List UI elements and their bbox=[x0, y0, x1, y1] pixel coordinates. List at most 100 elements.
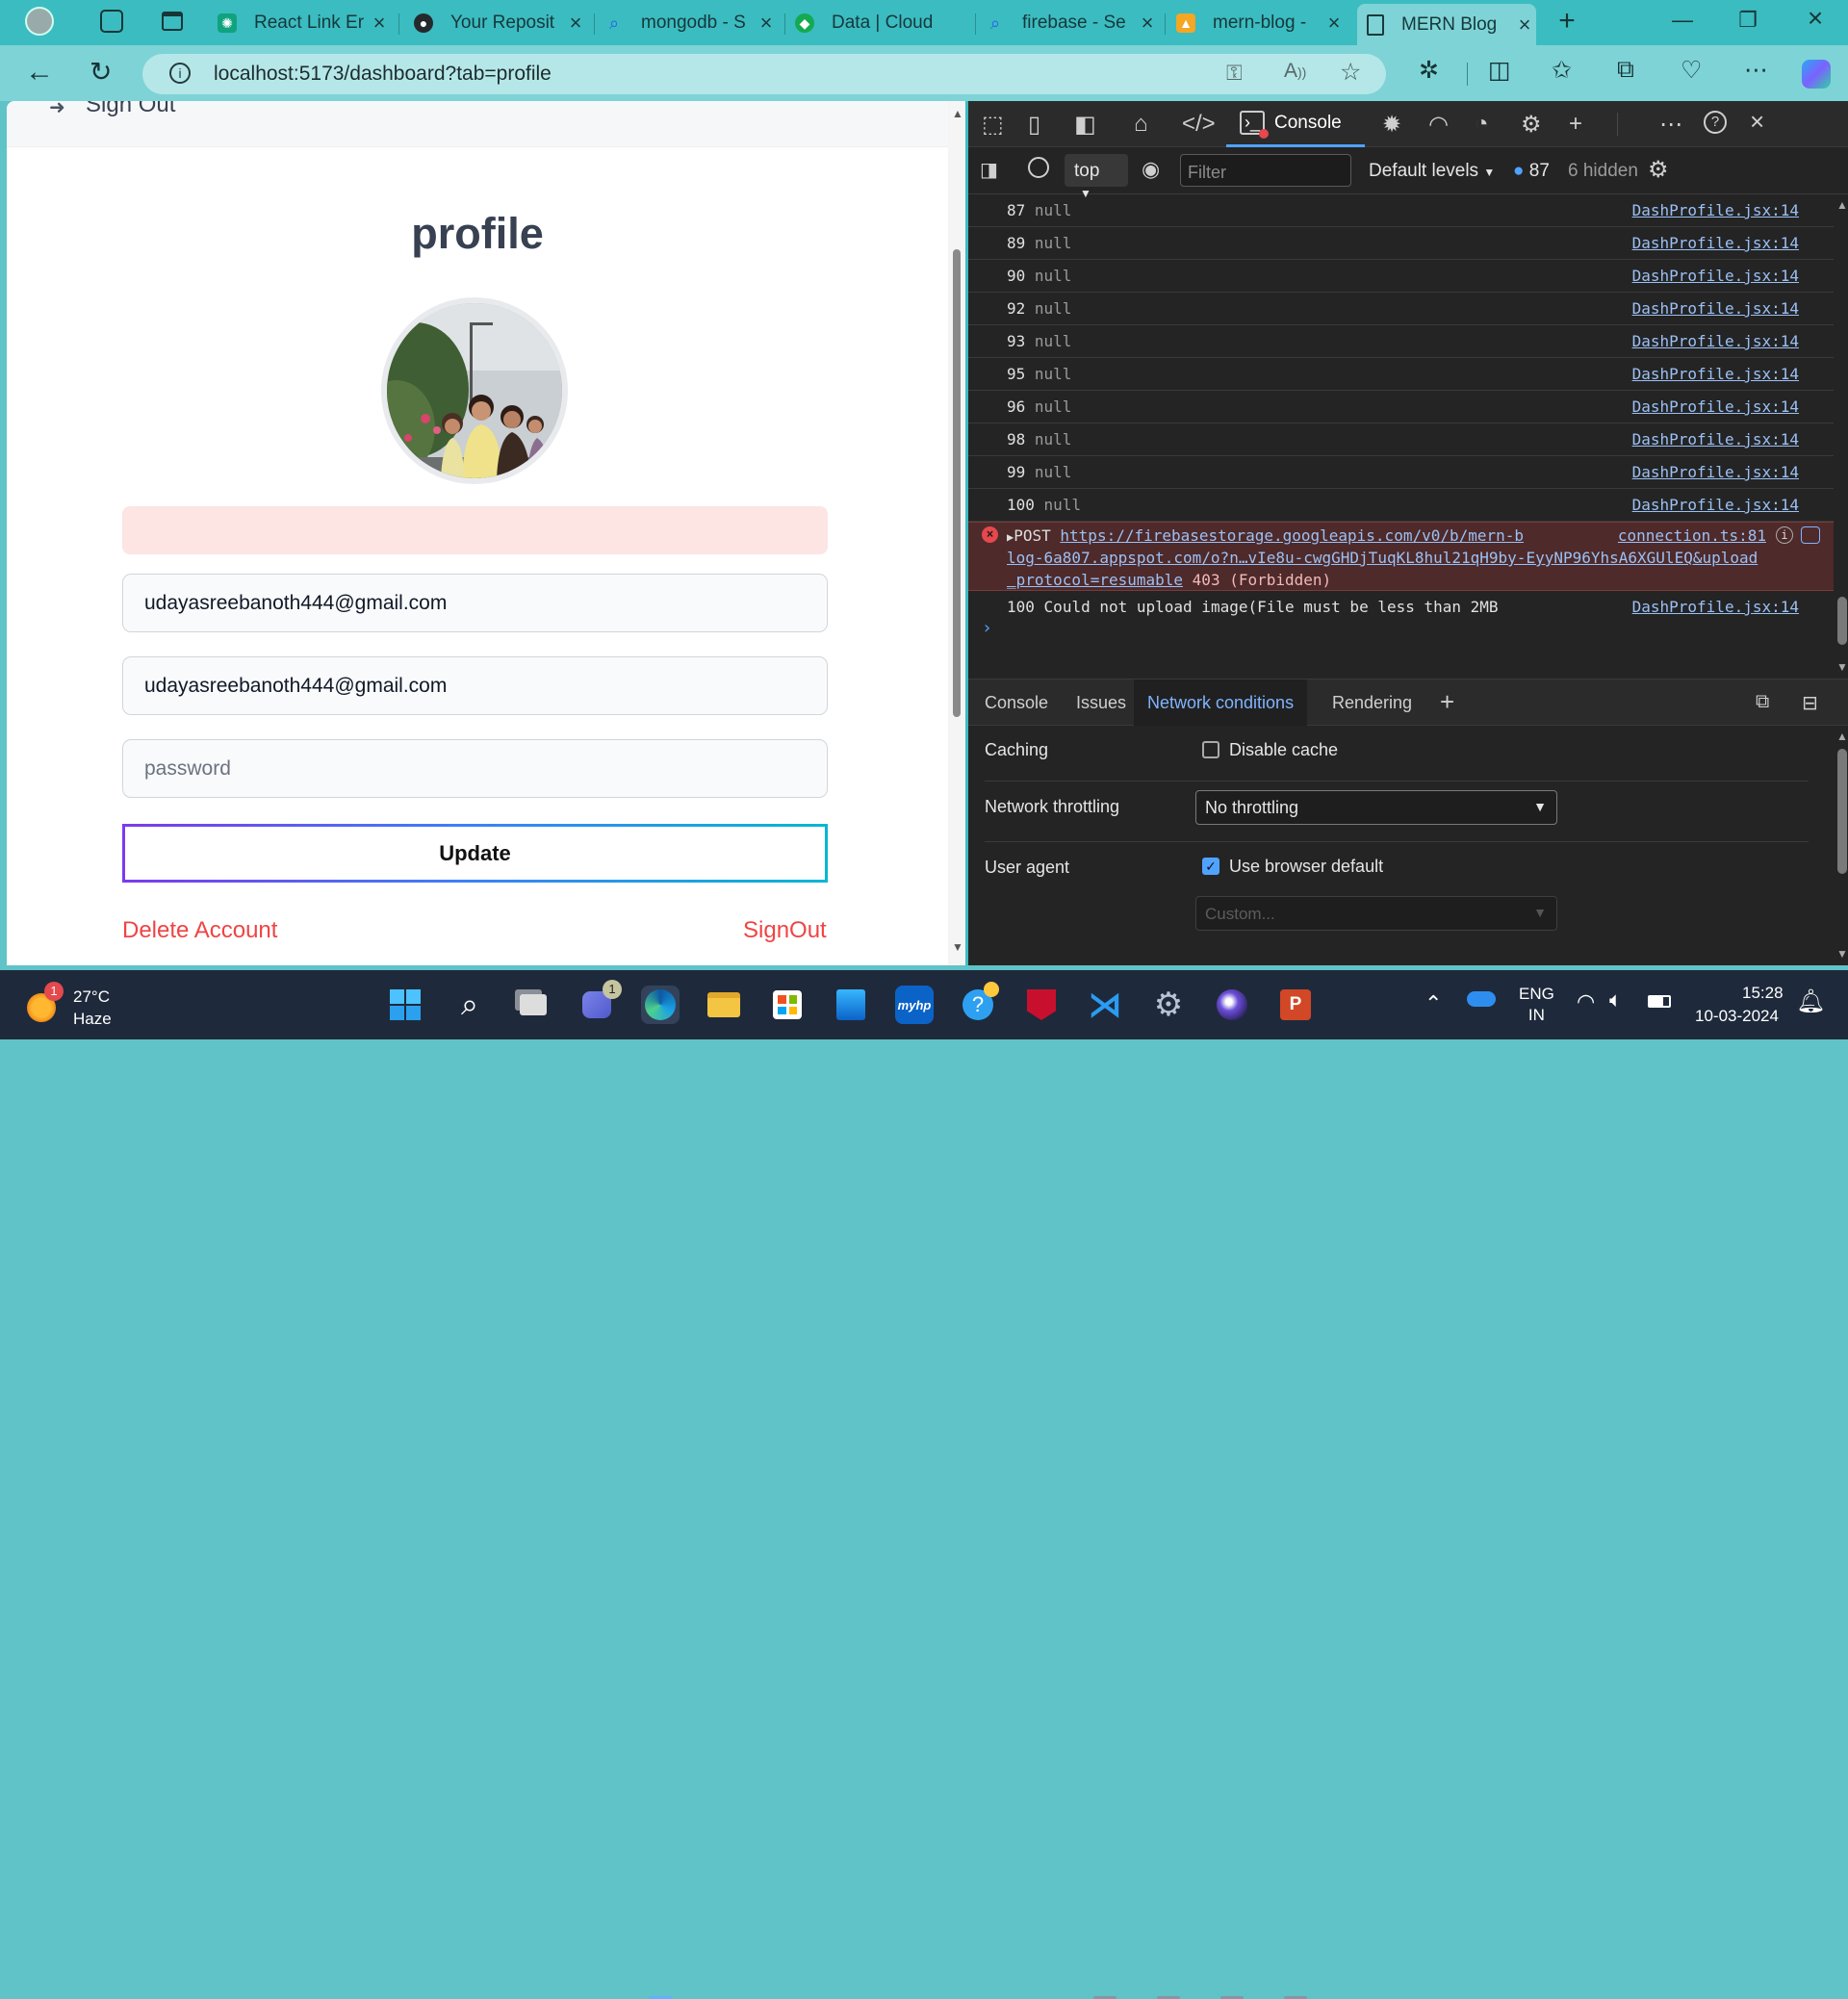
clear-console-icon[interactable] bbox=[1028, 157, 1049, 178]
more-menu-icon[interactable]: ⋯ bbox=[1744, 56, 1768, 85]
drawer-tab-issues[interactable]: Issues bbox=[1076, 693, 1126, 713]
scroll-up-icon[interactable]: ▲ bbox=[1836, 198, 1848, 212]
search-icon[interactable]: ⌕ bbox=[450, 986, 489, 1024]
console-prompt-chevron-icon[interactable]: › bbox=[982, 618, 992, 638]
wifi-icon[interactable]: ◠ bbox=[1577, 989, 1595, 1014]
settings-gear-icon[interactable]: ⚙ bbox=[1521, 111, 1542, 139]
sidebar-toggle-icon[interactable]: ◨ bbox=[980, 158, 998, 182]
more-options-icon[interactable]: ⋯ bbox=[1659, 111, 1682, 139]
page-scrollbar[interactable]: ▲ ▼ bbox=[948, 101, 965, 965]
close-tab-icon[interactable]: × bbox=[1322, 11, 1346, 36]
close-tab-icon[interactable]: × bbox=[564, 11, 587, 36]
minimize-icon[interactable]: — bbox=[1663, 8, 1702, 33]
source-link[interactable]: DashProfile.jsx:14 bbox=[1632, 299, 1799, 318]
live-expression-eye-icon[interactable]: ◉ bbox=[1142, 157, 1160, 182]
source-link[interactable]: DashProfile.jsx:14 bbox=[1632, 598, 1799, 616]
obs-circle-icon[interactable] bbox=[1213, 986, 1251, 1024]
welcome-home-icon[interactable]: ⌂ bbox=[1134, 111, 1148, 138]
scroll-up-icon[interactable]: ▲ bbox=[952, 107, 963, 120]
new-tab-icon[interactable]: + bbox=[1548, 5, 1586, 38]
profile-avatar-icon[interactable] bbox=[25, 7, 54, 36]
sources-bug-icon[interactable]: ✹ bbox=[1382, 111, 1401, 139]
mcafee-icon[interactable] bbox=[1022, 986, 1061, 1024]
split-screen-icon[interactable]: ◫ bbox=[1488, 56, 1511, 85]
console-settings-gear-icon[interactable]: ⚙ bbox=[1648, 156, 1669, 184]
close-tab-icon[interactable]: × bbox=[1513, 13, 1536, 38]
device-emulation-icon[interactable]: ▯ bbox=[1028, 111, 1040, 139]
info-icon[interactable]: i bbox=[1776, 526, 1793, 544]
powerpoint-icon[interactable]: P bbox=[1276, 986, 1315, 1024]
disable-cache-checkbox[interactable] bbox=[1202, 741, 1219, 758]
extensions-icon[interactable]: ✲ bbox=[1419, 56, 1439, 85]
copilot-icon[interactable] bbox=[1802, 60, 1831, 89]
use-browser-default-label[interactable]: Use browser default bbox=[1229, 857, 1383, 877]
add-tool-icon[interactable]: + bbox=[1569, 111, 1582, 138]
tab-firebase-search[interactable]: ⌕ firebase - Se × bbox=[986, 6, 1159, 40]
username-field[interactable]: udayasreebanoth444@gmail.com bbox=[122, 574, 828, 632]
source-link[interactable]: connection.ts:81 bbox=[1618, 526, 1766, 545]
source-link[interactable]: DashProfile.jsx:14 bbox=[1632, 496, 1799, 514]
tab-mern-blog-active[interactable]: MERN Blog × bbox=[1357, 4, 1536, 45]
show-hidden-icons-chevron-icon[interactable]: ⌃ bbox=[1424, 991, 1442, 1016]
console-scroll-thumb[interactable] bbox=[1837, 597, 1847, 645]
task-view-icon[interactable] bbox=[514, 986, 552, 1024]
settings-gear-icon[interactable]: ⚙ bbox=[1149, 986, 1188, 1024]
drawer-tab-network-conditions[interactable]: Network conditions bbox=[1134, 679, 1308, 726]
workspaces-icon[interactable] bbox=[100, 10, 123, 33]
source-link[interactable]: DashProfile.jsx:14 bbox=[1632, 332, 1799, 350]
tab-react-link[interactable]: ✺ React Link Er × bbox=[218, 6, 391, 40]
tab-github-repositories[interactable]: ● Your Reposit × bbox=[414, 6, 587, 40]
onedrive-cloud-icon[interactable] bbox=[1467, 991, 1496, 1007]
blue-app-icon[interactable] bbox=[832, 986, 870, 1024]
drawer-tab-rendering[interactable]: Rendering bbox=[1332, 693, 1412, 713]
start-windows-icon[interactable] bbox=[386, 986, 424, 1024]
teams-chat-icon[interactable]: 1 bbox=[578, 980, 622, 1024]
collections-icon[interactable]: ⧉ bbox=[1617, 56, 1634, 84]
password-field[interactable]: password bbox=[122, 739, 828, 798]
volume-icon[interactable]: 🔈︎ bbox=[1609, 987, 1622, 1012]
source-link[interactable]: DashProfile.jsx:14 bbox=[1632, 397, 1799, 416]
source-link[interactable]: DashProfile.jsx:14 bbox=[1632, 234, 1799, 252]
close-tab-icon[interactable]: × bbox=[755, 11, 778, 36]
close-window-icon[interactable]: × bbox=[1796, 3, 1835, 34]
error-url-link[interactable]: https://firebasestorage.googleapis.com/v… bbox=[1060, 526, 1524, 545]
message-count[interactable]: ● 87 bbox=[1513, 161, 1550, 182]
tab-mongodb-cloud[interactable]: ◆ Data | Cloud bbox=[795, 6, 968, 40]
scroll-down-icon[interactable]: ▼ bbox=[952, 940, 963, 954]
email-field[interactable]: udayasreebanoth444@gmail.com bbox=[122, 656, 828, 715]
scroll-down-icon[interactable]: ▼ bbox=[1836, 660, 1848, 674]
source-link[interactable]: DashProfile.jsx:14 bbox=[1632, 201, 1799, 219]
vscode-icon[interactable]: ⋊ bbox=[1086, 985, 1124, 1024]
inspect-element-icon[interactable]: ⬚ bbox=[982, 111, 1004, 139]
error-url-link-end[interactable]: _protocol=resumable bbox=[1007, 571, 1183, 589]
tab-actions-icon[interactable] bbox=[162, 12, 183, 31]
profile-picture[interactable] bbox=[381, 297, 568, 484]
clock-time[interactable]: 15:28 bbox=[1742, 984, 1784, 1003]
error-url-link-cont[interactable]: log-6a807.appspot.com/o?n…vIe8u-cwgGHDjT… bbox=[1007, 549, 1758, 567]
context-selector[interactable]: top ▼ bbox=[1065, 154, 1128, 200]
key-icon[interactable]: ⚿ bbox=[1226, 61, 1243, 86]
browser-essentials-icon[interactable]: ♡ bbox=[1681, 56, 1702, 85]
source-link[interactable]: DashProfile.jsx:14 bbox=[1632, 267, 1799, 285]
scroll-up-icon[interactable]: ▲ bbox=[1836, 730, 1848, 743]
console-filter-input[interactable]: Filter bbox=[1180, 154, 1351, 187]
minimize-drawer-icon[interactable]: ⊟ bbox=[1802, 691, 1818, 715]
site-info-icon[interactable]: i bbox=[169, 63, 191, 84]
performance-icon[interactable]: ◔ bbox=[1475, 111, 1489, 138]
read-aloud-icon[interactable]: A)) bbox=[1284, 60, 1306, 83]
help-icon[interactable]: ? bbox=[1704, 111, 1727, 134]
get-help-icon[interactable]: ? bbox=[959, 982, 999, 1024]
edge-browser-icon[interactable] bbox=[641, 986, 680, 1024]
drawer-scrollbar[interactable]: ▲ ▼ bbox=[1834, 726, 1848, 966]
throttling-select[interactable]: No throttling ▼ bbox=[1195, 790, 1557, 825]
back-icon[interactable]: ← bbox=[25, 56, 54, 89]
close-devtools-icon[interactable]: × bbox=[1750, 107, 1764, 137]
log-levels-dropdown[interactable]: Default levels ▼ bbox=[1369, 161, 1495, 182]
drawer-scroll-thumb[interactable] bbox=[1837, 749, 1847, 874]
battery-icon[interactable] bbox=[1648, 995, 1671, 1008]
dock-side-icon[interactable]: ◧ bbox=[1074, 111, 1096, 139]
myhp-icon[interactable]: myhp bbox=[895, 986, 934, 1024]
close-tab-icon[interactable]: × bbox=[368, 11, 391, 36]
elements-code-icon[interactable]: </> bbox=[1182, 111, 1216, 138]
sidebar-signout-link[interactable]: Sign Out bbox=[86, 101, 175, 118]
